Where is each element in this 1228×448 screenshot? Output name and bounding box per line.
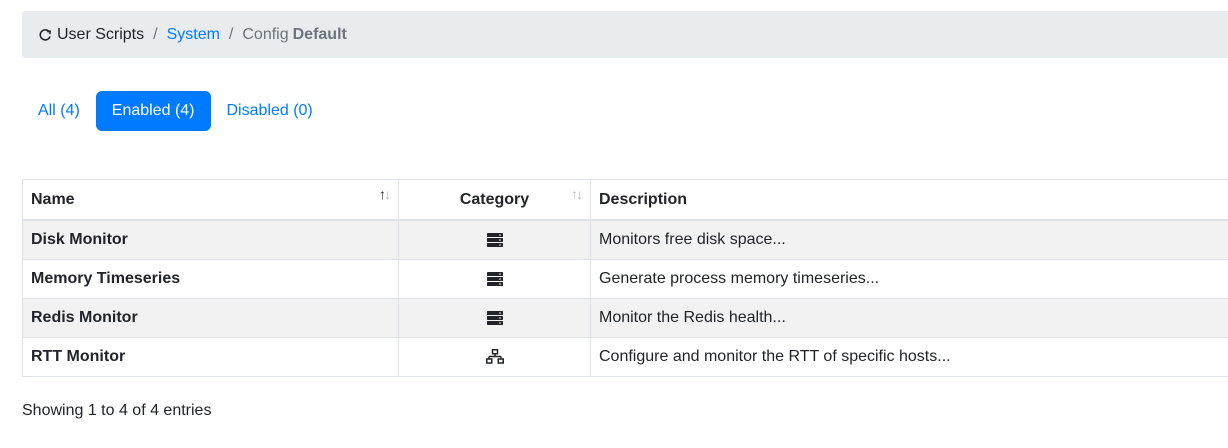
server-icon xyxy=(486,232,503,247)
column-header-description-label: Description xyxy=(599,190,688,208)
script-description: Monitor the Redis health... xyxy=(590,298,1228,338)
filter-disabled-tab[interactable]: Disabled (0) xyxy=(211,91,329,131)
script-description: Configure and monitor the RTT of specifi… xyxy=(590,337,1228,377)
script-description: Monitors free disk space... xyxy=(590,219,1228,260)
breadcrumb-config-label: Config xyxy=(242,25,289,43)
server-icon xyxy=(486,310,503,325)
breadcrumb-separator: / xyxy=(153,25,158,43)
breadcrumb-system-link[interactable]: System xyxy=(167,26,220,44)
script-name: Disk Monitor xyxy=(22,219,399,260)
refresh-icon xyxy=(39,28,52,41)
column-header-category[interactable]: Category ↑↓ xyxy=(398,179,591,221)
server-icon xyxy=(486,271,503,286)
script-category xyxy=(398,259,591,299)
script-name: RTT Monitor xyxy=(22,337,399,377)
table-info: Showing 1 to 4 of 4 entries xyxy=(22,402,212,419)
network-icon xyxy=(485,349,504,365)
table-row[interactable]: RTT Monitor Configure and monitor the RT… xyxy=(22,337,1228,377)
sort-ascending-icon: ↑↓ xyxy=(379,186,391,202)
table-row[interactable]: Redis Monitor Monitor the Redis health..… xyxy=(22,298,1228,338)
table-row[interactable]: Disk Monitor Monitors free disk space... xyxy=(22,219,1228,260)
filter-all-tab[interactable]: All (4) xyxy=(22,91,96,131)
user-scripts-table: Name ↑↓ Category ↑↓ Description Disk Mon… xyxy=(22,179,1228,377)
table-header-row: Name ↑↓ Category ↑↓ Description xyxy=(22,179,1228,221)
script-description: Generate process memory timeseries... xyxy=(590,259,1228,299)
filter-tabs: All (4) Enabled (4) Disabled (0) xyxy=(22,91,329,131)
column-header-name-label: Name xyxy=(31,190,75,208)
column-header-description: Description xyxy=(590,179,1228,221)
breadcrumb-config-name: Default xyxy=(292,25,347,43)
script-category xyxy=(398,298,591,338)
column-header-name[interactable]: Name ↑↓ xyxy=(22,179,399,221)
breadcrumb: User Scripts / System / Config Default xyxy=(22,11,1228,58)
script-name: Redis Monitor xyxy=(22,298,399,338)
breadcrumb-home-label: User Scripts xyxy=(57,25,145,43)
breadcrumb-home: User Scripts xyxy=(38,26,144,44)
script-name: Memory Timeseries xyxy=(22,259,399,299)
breadcrumb-separator: / xyxy=(228,25,234,43)
column-header-category-label: Category xyxy=(459,190,530,208)
sort-icon: ↑↓ xyxy=(571,186,583,202)
script-category xyxy=(398,219,591,260)
filter-enabled-tab[interactable]: Enabled (4) xyxy=(95,91,211,131)
table-row[interactable]: Memory Timeseries Generate process memor… xyxy=(22,259,1228,299)
script-category xyxy=(398,337,591,377)
